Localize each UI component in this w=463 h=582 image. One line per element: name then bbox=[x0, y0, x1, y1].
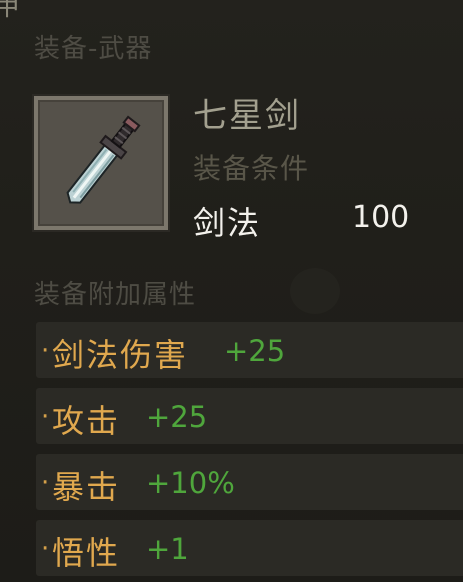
item-icon-slot[interactable] bbox=[34, 96, 168, 230]
item-name: 七星剑 bbox=[193, 96, 301, 136]
background-ornament bbox=[290, 268, 340, 314]
attribute-bonus: +1 bbox=[146, 532, 189, 566]
attribute-row: · 悟性 +1 bbox=[36, 520, 463, 576]
bullet-dot: · bbox=[41, 534, 50, 564]
attributes-title: 装备附加属性 bbox=[34, 280, 197, 310]
attribute-label: 暴击 bbox=[52, 468, 121, 506]
attribute-label: 剑法伤害 bbox=[52, 336, 189, 374]
requirement-value: 100 bbox=[352, 200, 410, 235]
bullet-dot: · bbox=[41, 402, 50, 432]
corner-glyph: 甲 bbox=[0, 0, 21, 22]
attribute-row: · 剑法伤害 +25 bbox=[36, 322, 463, 378]
attribute-label: 悟性 bbox=[52, 534, 121, 572]
attribute-row: · 攻击 +25 bbox=[36, 388, 463, 444]
item-tooltip-panel: 甲 装备-武器 七星剑 装备条件 剑法 100 装备附加属性 · 剑法伤害 +2… bbox=[0, 0, 463, 582]
attribute-bonus: +10% bbox=[146, 466, 235, 500]
attribute-list: · 剑法伤害 +25 · 攻击 +25 · 暴击 +10% · 悟性 +1 bbox=[36, 322, 463, 582]
attribute-bonus: +25 bbox=[146, 400, 208, 434]
requirement-skill: 剑法 bbox=[193, 204, 262, 242]
attribute-bonus: +25 bbox=[224, 334, 286, 368]
requirement-title: 装备条件 bbox=[193, 152, 310, 185]
attribute-label: 攻击 bbox=[52, 402, 121, 440]
item-category-label: 装备-武器 bbox=[34, 34, 153, 64]
sword-icon bbox=[66, 115, 141, 204]
attribute-row: · 暴击 +10% bbox=[36, 454, 463, 510]
bullet-dot: · bbox=[41, 336, 50, 366]
bullet-dot: · bbox=[41, 468, 50, 498]
